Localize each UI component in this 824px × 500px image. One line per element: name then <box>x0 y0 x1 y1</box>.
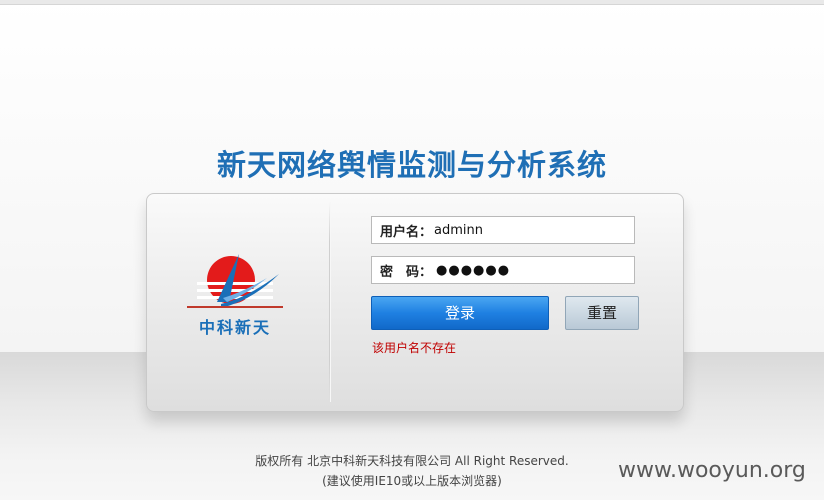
password-input[interactable]: ●●●●●● <box>436 263 510 278</box>
logo-icon <box>187 254 283 308</box>
password-label: 密 码： <box>380 264 433 280</box>
browser-top-edge <box>0 0 824 5</box>
login-panel: 中科新天 用户名： adminn 密 码： ●●●●●● 登录 重置 该用户名不… <box>146 193 684 412</box>
reset-button[interactable]: 重置 <box>565 296 639 330</box>
username-label: 用户名： <box>380 224 433 240</box>
error-message: 该用户名不存在 <box>372 341 457 355</box>
panel-divider <box>329 202 330 402</box>
username-field[interactable]: 用户名： adminn <box>371 216 635 244</box>
page-title: 新天网络舆情监测与分析系统 <box>216 148 607 182</box>
company-logo: 中科新天 <box>187 252 283 338</box>
username-input[interactable]: adminn <box>434 223 483 238</box>
watermark: www.wooyun.org <box>618 458 806 483</box>
logo-text: 中科新天 <box>198 318 271 337</box>
login-button[interactable]: 登录 <box>371 296 549 330</box>
password-field[interactable]: 密 码： ●●●●●● <box>371 256 635 284</box>
